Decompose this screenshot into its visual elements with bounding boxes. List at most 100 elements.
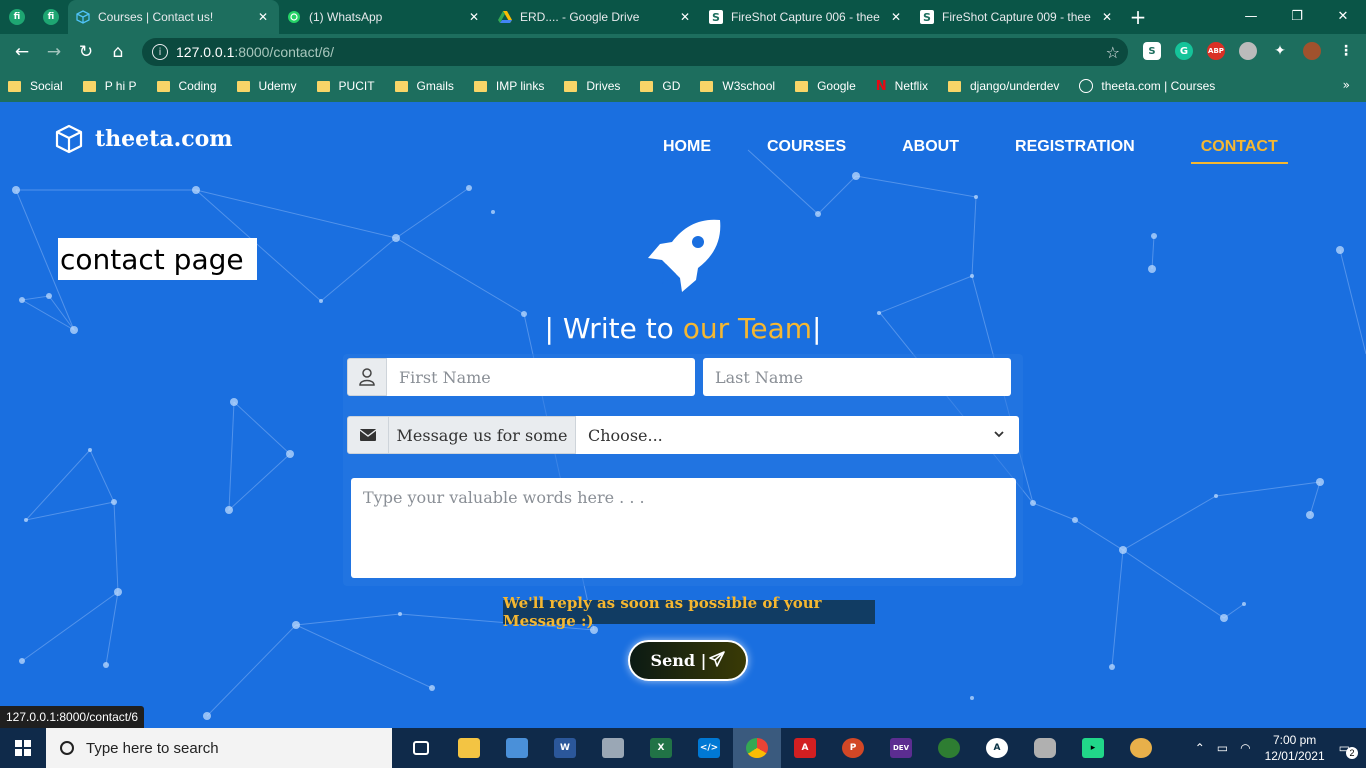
site-logo[interactable]: theeta.com — [55, 124, 233, 154]
close-tab-icon[interactable]: ✕ — [888, 10, 904, 24]
nav-courses[interactable]: COURSES — [767, 138, 856, 164]
close-tab-icon[interactable]: ✕ — [677, 10, 693, 24]
tab-fireshot-009[interactable]: S FireShot Capture 009 - thee ✕ — [912, 0, 1123, 34]
excel-icon[interactable]: X — [637, 728, 685, 768]
extension-circle-icon[interactable] — [1239, 42, 1257, 60]
tab-title: (1) WhatsApp — [309, 10, 383, 24]
heading-accent: our Team — [682, 312, 813, 345]
puzzle-icon[interactable]: ✦ — [1271, 42, 1289, 60]
bookmark-drives[interactable]: Drives — [564, 79, 620, 93]
folder-icon — [236, 80, 250, 92]
last-name-input[interactable]: Last Name — [703, 358, 1011, 396]
bookmark-django[interactable]: django/underdev — [948, 79, 1059, 93]
chevron-up-icon[interactable]: ⌃ — [1195, 741, 1205, 755]
close-tab-icon[interactable]: ✕ — [466, 10, 482, 24]
address-bar[interactable]: i 127.0.0.1:8000/contact/6/ ☆ — [142, 38, 1128, 66]
tab-courses-contact[interactable]: Courses | Contact us! ✕ — [68, 0, 279, 34]
bookmark-label: GD — [662, 79, 681, 93]
back-icon[interactable]: ← — [6, 36, 38, 68]
clock-time: 7:00 pm — [1272, 733, 1317, 747]
tab-fireshot-006[interactable]: S FireShot Capture 006 - thee ✕ — [701, 0, 912, 34]
home-icon[interactable]: ⌂ — [102, 36, 134, 68]
bookmark-social[interactable]: Social — [8, 79, 63, 93]
bookmark-udemy[interactable]: Udemy — [236, 79, 297, 93]
grammarly-icon[interactable]: G — [1175, 42, 1193, 60]
cube-icon — [55, 124, 83, 154]
photos-app-icon[interactable] — [589, 728, 637, 768]
site-info-icon[interactable]: i — [152, 44, 168, 60]
reload-icon[interactable]: ↻ — [70, 36, 102, 68]
android-studio-icon[interactable]: A — [973, 728, 1021, 768]
pinned-tab[interactable]: fi — [34, 0, 68, 34]
tab-whatsapp[interactable]: (1) WhatsApp ✕ — [279, 0, 490, 34]
avatar[interactable] — [1303, 42, 1321, 60]
paint-icon[interactable] — [1117, 728, 1165, 768]
rocket-icon — [648, 219, 721, 292]
network-app-icon[interactable] — [925, 728, 973, 768]
adblock-icon[interactable]: ABP — [1207, 42, 1225, 60]
user-icon — [347, 358, 387, 396]
contact-form: First Name Last Name Message us for some… — [343, 354, 1023, 586]
notification-icon[interactable]: ▭ 2 — [1339, 741, 1358, 759]
bookmark-w3school[interactable]: W3school — [700, 79, 775, 93]
bookmark-gd[interactable]: GD — [640, 79, 680, 93]
chrome-icon[interactable] — [733, 728, 781, 768]
menu-icon[interactable]: ⋮ — [1337, 42, 1355, 60]
heading-prefix: | Write to — [544, 312, 683, 345]
folder-icon — [795, 80, 809, 92]
message-type-label: Message us for some — [388, 416, 576, 454]
nav-registration[interactable]: REGISTRATION — [1015, 138, 1145, 164]
nav-home[interactable]: HOME — [663, 138, 721, 164]
calculator-app-icon[interactable] — [493, 728, 541, 768]
file-explorer-icon[interactable] — [445, 728, 493, 768]
first-name-input[interactable]: First Name — [387, 358, 695, 396]
tab-google-drive[interactable]: ERD.... - Google Drive ✕ — [490, 0, 701, 34]
bookmark-phip[interactable]: P hi P — [82, 79, 137, 93]
bookmark-google[interactable]: Google — [795, 79, 856, 93]
restore-icon[interactable]: ❐ — [1274, 0, 1320, 32]
bookmark-theeta[interactable]: theeta.com | Courses — [1079, 79, 1215, 93]
battery-icon[interactable]: ▭ — [1217, 741, 1228, 755]
bookmark-pucit[interactable]: PUCIT — [316, 79, 375, 93]
vscode-icon[interactable]: </> — [685, 728, 733, 768]
folder-icon — [8, 80, 21, 92]
windows-start-icon[interactable] — [0, 728, 46, 768]
taskbar-search[interactable]: Type here to search — [46, 728, 392, 768]
dev-app-icon[interactable]: DEV — [877, 728, 925, 768]
pinned-tab-icon: fi — [9, 9, 25, 25]
database-icon[interactable] — [1021, 728, 1069, 768]
bookmark-imp-links[interactable]: IMP links — [473, 79, 545, 93]
pinned-tab[interactable]: fi — [0, 0, 34, 34]
word-icon[interactable]: W — [541, 728, 589, 768]
message-type-select[interactable]: Choose... — [576, 416, 1019, 454]
nav-about[interactable]: ABOUT — [902, 138, 969, 164]
forward-icon[interactable]: → — [38, 36, 70, 68]
more-bookmarks-icon[interactable]: » — [1343, 78, 1350, 92]
bookmark-star-icon[interactable]: ☆ — [1106, 43, 1120, 62]
bookmark-label: IMP links — [495, 79, 545, 93]
pinned-tab-icon: fi — [43, 9, 59, 25]
new-tab-button[interactable]: + — [1123, 5, 1153, 29]
send-label: Send | — [650, 651, 707, 670]
pycharm-icon[interactable]: ▸ — [1069, 728, 1117, 768]
clock[interactable]: 7:00 pm 12/01/2021 — [1265, 732, 1325, 764]
whatsapp-icon — [287, 10, 301, 24]
globe-icon — [1079, 79, 1094, 93]
close-tab-icon[interactable]: ✕ — [255, 10, 271, 24]
folder-icon — [316, 80, 330, 92]
bookmark-gmails[interactable]: Gmails — [394, 79, 454, 93]
fireshot-extension-icon[interactable]: S — [1143, 42, 1161, 60]
send-button[interactable]: Send | — [628, 640, 748, 681]
bookmark-netflix[interactable]: N Netflix — [876, 79, 928, 94]
bookmark-coding[interactable]: Coding — [156, 79, 217, 93]
message-textarea[interactable]: Type your valuable words here . . . — [351, 478, 1016, 578]
wifi-icon[interactable]: ◠ — [1240, 741, 1250, 755]
close-window-icon[interactable]: ✕ — [1320, 0, 1366, 32]
minimize-icon[interactable]: — — [1228, 0, 1274, 32]
acrobat-icon[interactable]: A — [781, 728, 829, 768]
nav-contact[interactable]: CONTACT — [1190, 138, 1288, 164]
close-tab-icon[interactable]: ✕ — [1099, 10, 1115, 24]
task-view-icon[interactable] — [397, 728, 445, 768]
folder-icon — [473, 80, 487, 92]
powerpoint-icon[interactable]: P — [829, 728, 877, 768]
